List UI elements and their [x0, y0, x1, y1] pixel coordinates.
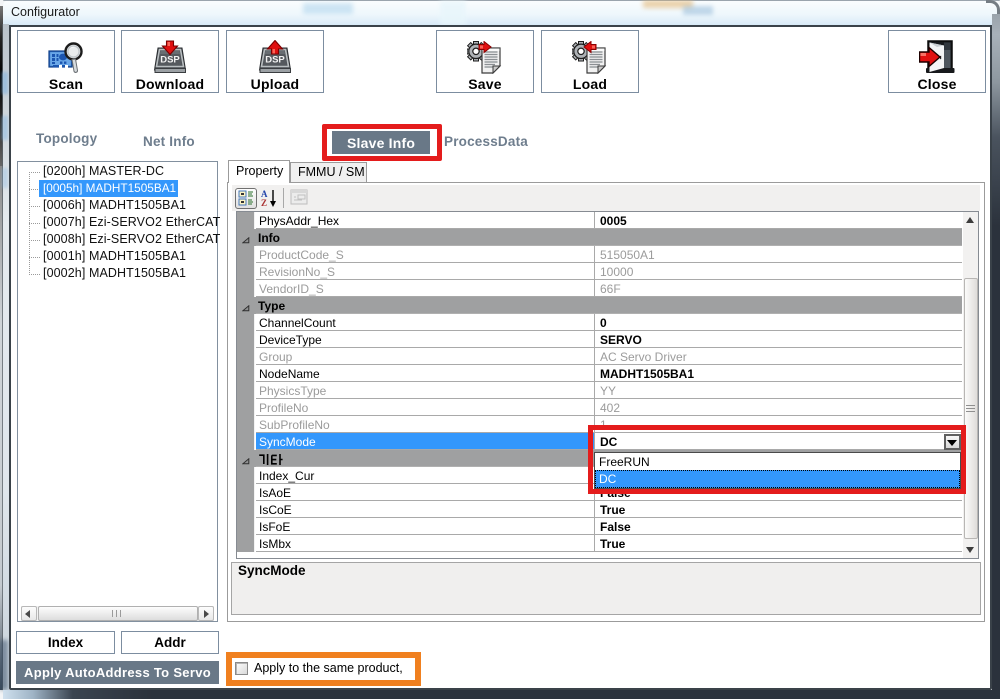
- svg-text:Z: Z: [261, 198, 267, 208]
- svg-text:DSP: DSP: [265, 55, 285, 66]
- svg-text:DSP: DSP: [160, 55, 180, 66]
